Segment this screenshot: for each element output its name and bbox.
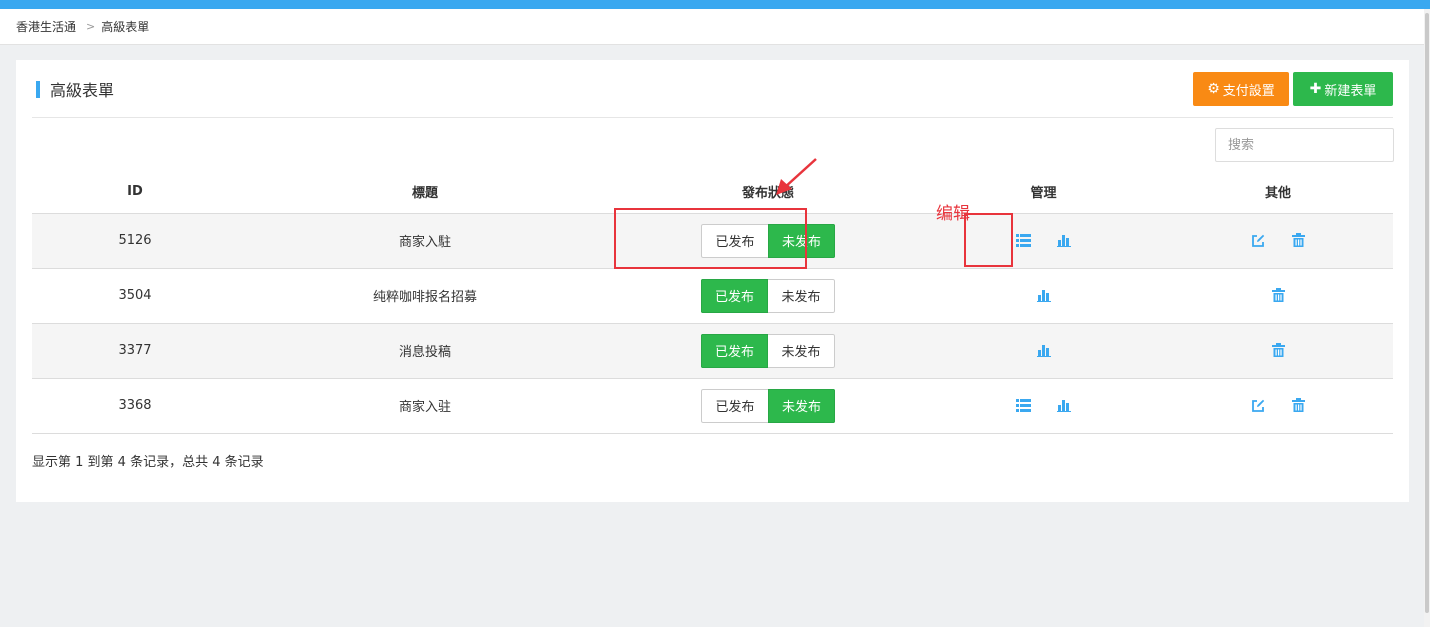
publish-toggle[interactable]: 已发布 未发布: [701, 333, 835, 368]
publish-toggle[interactable]: 已发布 未发布: [701, 278, 835, 313]
unpublished-option[interactable]: 未发布: [768, 388, 835, 423]
panel-title-text: 高級表單: [50, 81, 115, 100]
annotation-box-edit: [964, 213, 1013, 267]
column-header-title[interactable]: 標題: [238, 170, 612, 214]
cell-other: [1163, 268, 1393, 324]
manage-icons: [1036, 288, 1052, 304]
table-row: 3504 纯粹咖啡报名招募 已发布 未发布: [32, 268, 1393, 324]
breadcrumb-separator: >: [86, 20, 96, 33]
cell-title: 纯粹咖啡报名招募: [238, 268, 612, 324]
cell-other: [1163, 378, 1393, 434]
cell-status: 已发布 未发布: [612, 378, 924, 434]
published-option[interactable]: 已发布: [701, 388, 768, 423]
cell-id: 3504: [32, 268, 238, 324]
annotation-box-status: [614, 208, 807, 269]
cell-other: [1163, 213, 1393, 269]
top-accent-bar: [0, 0, 1430, 9]
panel-title: 高級表單: [36, 78, 114, 100]
cell-manage: [924, 323, 1163, 379]
unpublished-option[interactable]: 未发布: [768, 333, 835, 368]
cell-id: 3377: [32, 323, 238, 379]
manage-icons: [1016, 398, 1072, 414]
table-row: 3377 消息投稿 已发布 未发布: [32, 323, 1393, 379]
scrollbar-thumb[interactable]: [1425, 13, 1429, 613]
cell-title: 商家入駐: [238, 213, 612, 269]
title-divider: [32, 117, 1393, 118]
plus-icon: ✚: [1309, 81, 1322, 97]
published-option[interactable]: 已发布: [701, 333, 768, 368]
breadcrumb: 香港生活通 > 高級表單: [0, 9, 1424, 45]
breadcrumb-home[interactable]: 香港生活通: [16, 18, 76, 35]
manage-icons: [1016, 233, 1072, 249]
trash-icon[interactable]: [1290, 398, 1306, 414]
trash-icon[interactable]: [1290, 233, 1306, 249]
other-icons: [1250, 398, 1306, 414]
title-accent-bar: [36, 80, 40, 98]
bar-chart-icon[interactable]: [1036, 288, 1052, 304]
edit-icon[interactable]: [1250, 398, 1266, 414]
column-header-status[interactable]: 發布狀態: [612, 170, 924, 214]
cell-status: 已发布 未发布: [612, 268, 924, 324]
list-icon[interactable]: [1016, 398, 1032, 414]
gear-icon: ⚙: [1207, 81, 1220, 97]
cell-title: 消息投稿: [238, 323, 612, 379]
other-icons: [1250, 233, 1306, 249]
main-panel: 高級表單 ⚙ 支付設置 ✚ 新建表單 ID 標題 發布狀態 管理 其他 5126…: [16, 60, 1409, 502]
search-input[interactable]: [1215, 128, 1394, 162]
manage-icons: [1036, 343, 1052, 359]
cell-title: 商家入驻: [238, 378, 612, 434]
column-header-id[interactable]: ID: [32, 170, 238, 214]
page-scrollbar[interactable]: [1424, 9, 1430, 627]
unpublished-option[interactable]: 未发布: [768, 278, 835, 313]
other-icons: [1270, 288, 1286, 304]
publish-toggle[interactable]: 已发布 未发布: [701, 388, 835, 423]
new-form-label: 新建表單: [1324, 83, 1377, 99]
pay-settings-label: 支付設置: [1222, 83, 1275, 99]
cell-other: [1163, 323, 1393, 379]
published-option[interactable]: 已发布: [701, 278, 768, 313]
pay-settings-button[interactable]: ⚙ 支付設置: [1193, 72, 1289, 106]
cell-id: 3368: [32, 378, 238, 434]
edit-icon[interactable]: [1250, 233, 1266, 249]
list-icon[interactable]: [1016, 233, 1032, 249]
bar-chart-icon[interactable]: [1056, 233, 1072, 249]
column-header-other: 其他: [1163, 170, 1393, 214]
new-form-button[interactable]: ✚ 新建表單: [1293, 72, 1393, 106]
other-icons: [1270, 343, 1286, 359]
record-count-info: 显示第 1 到第 4 条记录，总共 4 条记录: [32, 455, 264, 470]
cell-manage: [924, 378, 1163, 434]
breadcrumb-current: 高級表單: [101, 20, 150, 34]
bar-chart-icon[interactable]: [1056, 398, 1072, 414]
trash-icon[interactable]: [1270, 343, 1286, 359]
cell-manage: [924, 268, 1163, 324]
annotation-arrow-icon: [776, 158, 817, 195]
table-header-row: ID 標題 發布狀態 管理 其他: [32, 170, 1393, 214]
cell-id: 5126: [32, 213, 238, 269]
annotation-label: 编辑: [936, 204, 970, 224]
trash-icon[interactable]: [1270, 288, 1286, 304]
cell-status: 已发布 未发布: [612, 323, 924, 379]
table-row: 3368 商家入驻 已发布 未发布: [32, 378, 1393, 434]
bar-chart-icon[interactable]: [1036, 343, 1052, 359]
